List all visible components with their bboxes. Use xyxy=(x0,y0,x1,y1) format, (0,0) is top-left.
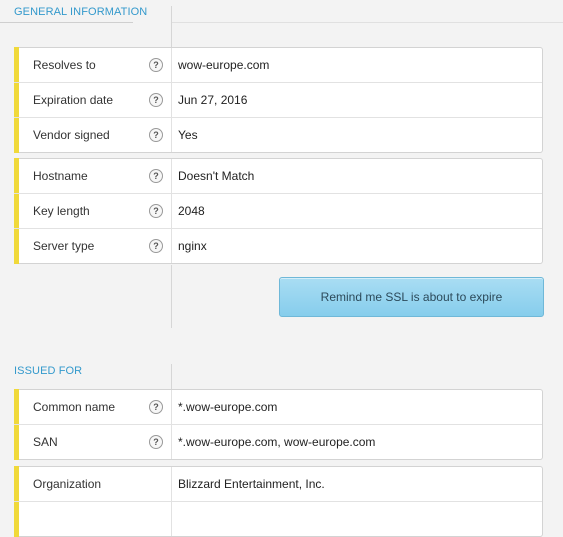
info-row-organization: Organization Blizzard Entertainment, Inc… xyxy=(14,467,542,501)
column-divider xyxy=(171,6,172,48)
info-group-organization: Organization Blizzard Entertainment, Inc… xyxy=(14,466,543,537)
row-value: wow-europe.com xyxy=(178,58,270,72)
remind-ssl-expire-button[interactable]: Remind me SSL is about to expire xyxy=(279,277,544,317)
info-group-validity: Resolves to ? wow-europe.com Expiration … xyxy=(14,47,543,153)
row-label: Common name xyxy=(33,400,116,414)
row-value: Blizzard Entertainment, Inc. xyxy=(178,477,325,491)
help-icon[interactable]: ? xyxy=(149,239,163,253)
row-separator xyxy=(171,229,172,263)
row-label: SAN xyxy=(33,435,58,449)
info-row-common-name: Common name ? *.wow-europe.com xyxy=(14,390,542,424)
info-row-partial xyxy=(14,501,542,536)
row-label: Vendor signed xyxy=(33,128,110,142)
section-title-general: GENERAL INFORMATION xyxy=(14,6,148,18)
help-icon[interactable]: ? xyxy=(149,400,163,414)
info-row-san: SAN ? *.wow-europe.com, wow-europe.com xyxy=(14,424,542,459)
row-value: nginx xyxy=(178,239,207,253)
section-title-underline xyxy=(0,22,133,23)
help-icon[interactable]: ? xyxy=(149,435,163,449)
info-row-vendor-signed: Vendor signed ? Yes xyxy=(14,117,542,152)
row-separator xyxy=(171,425,172,459)
column-divider xyxy=(171,265,172,328)
info-group-server: Hostname ? Doesn't Match Key length ? 20… xyxy=(14,158,543,264)
row-label: Server type xyxy=(33,239,95,253)
info-row-expiration-date: Expiration date ? Jun 27, 2016 xyxy=(14,82,542,117)
row-label: Organization xyxy=(33,477,102,491)
row-separator xyxy=(171,83,172,117)
row-label: Hostname xyxy=(33,169,88,183)
help-icon[interactable]: ? xyxy=(149,93,163,107)
info-row-server-type: Server type ? nginx xyxy=(14,228,542,263)
row-label: Expiration date xyxy=(33,93,114,107)
row-separator xyxy=(171,194,172,228)
row-value: Doesn't Match xyxy=(178,169,255,183)
info-row-resolves-to: Resolves to ? wow-europe.com xyxy=(14,48,542,82)
row-separator xyxy=(171,502,172,536)
section-title-issued-for: ISSUED FOR xyxy=(14,365,83,377)
row-separator xyxy=(171,118,172,152)
row-value: *.wow-europe.com xyxy=(178,400,278,414)
row-value: Yes xyxy=(178,128,198,142)
info-row-hostname: Hostname ? Doesn't Match xyxy=(14,159,542,193)
help-icon[interactable]: ? xyxy=(149,58,163,72)
row-separator xyxy=(171,467,172,501)
section-title-rule xyxy=(172,22,563,23)
help-icon[interactable]: ? xyxy=(149,204,163,218)
info-row-key-length: Key length ? 2048 xyxy=(14,193,542,228)
info-group-names: Common name ? *.wow-europe.com SAN ? *.w… xyxy=(14,389,543,460)
row-label: Resolves to xyxy=(33,58,96,72)
help-icon[interactable]: ? xyxy=(149,128,163,142)
row-value: 2048 xyxy=(178,204,205,218)
column-divider xyxy=(171,364,172,390)
row-value: *.wow-europe.com, wow-europe.com xyxy=(178,435,376,449)
help-icon[interactable]: ? xyxy=(149,169,163,183)
row-separator xyxy=(171,390,172,424)
row-separator xyxy=(171,48,172,82)
row-label: Key length xyxy=(33,204,90,218)
row-value: Jun 27, 2016 xyxy=(178,93,248,107)
row-separator xyxy=(171,159,172,193)
